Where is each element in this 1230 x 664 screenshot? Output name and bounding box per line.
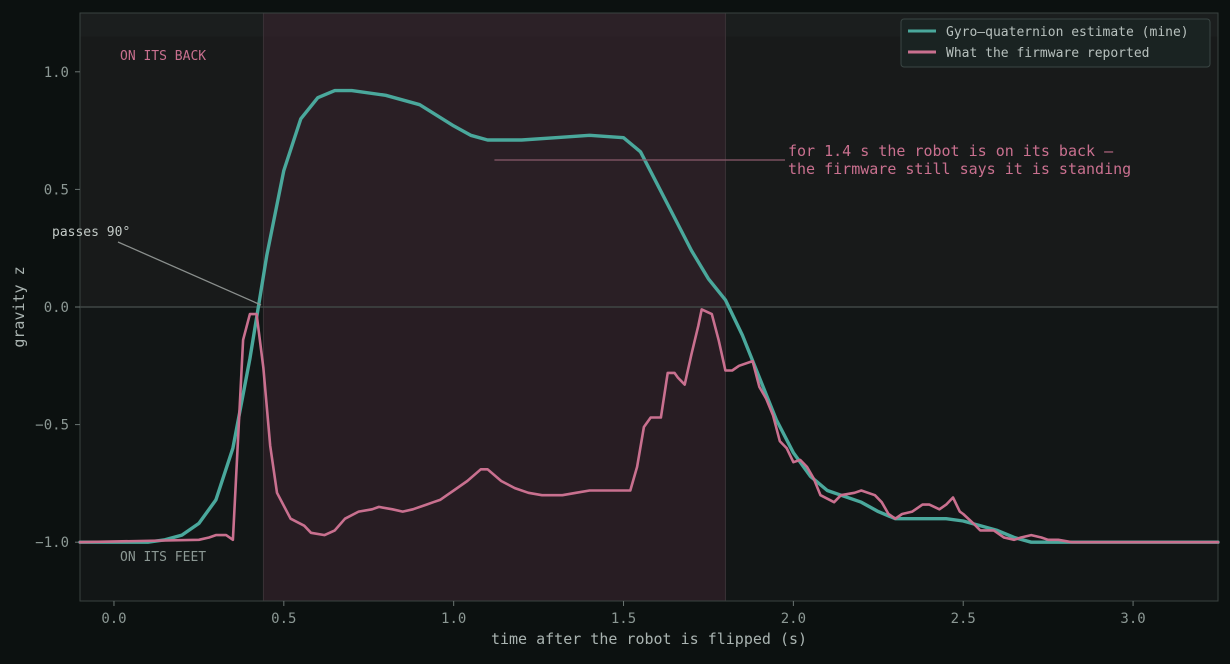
feet-zone-label: ON ITS FEET: [120, 550, 206, 565]
chart-svg: ON ITS BACK ON ITS FEET 0.0 0.5 1.0 1.5 2.0 2.5…: [10, 12, 1220, 648]
back-zone-label: ON ITS BACK: [120, 49, 206, 64]
annotation-note-line: for 1.4 s the robot is on its back —: [788, 142, 1114, 160]
x-tick-label: 2.0: [781, 611, 806, 627]
y-tick-label: −1.0: [35, 535, 69, 551]
x-tick-label: 0.5: [271, 611, 296, 627]
x-tick-label: 3.0: [1120, 611, 1145, 627]
chart: ON ITS BACK ON ITS FEET 0.0 0.5 1.0 1.5 2.0 2.5…: [0, 0, 1230, 660]
annotation-crossing: passes 90°: [52, 225, 130, 240]
y-tick-label: 0.0: [44, 300, 69, 316]
x-axis-label: time after the robot is flipped (s): [491, 630, 807, 648]
x-tick-label: 0.0: [101, 611, 126, 627]
legend-entry: What the firmware reported: [946, 46, 1150, 61]
x-tick-label: 2.5: [951, 611, 976, 627]
x-tick-label: 1.0: [441, 611, 466, 627]
y-tick-label: 1.0: [44, 65, 69, 81]
annotation-note-line: the firmware still says it is standing: [788, 160, 1131, 178]
y-tick-label: 0.5: [44, 182, 69, 198]
y-axis-label: gravity z: [10, 266, 28, 347]
x-tick-label: 1.5: [611, 611, 636, 627]
legend-entry: Gyro–quaternion estimate (mine): [946, 25, 1189, 40]
y-tick-label: −0.5: [35, 418, 69, 434]
